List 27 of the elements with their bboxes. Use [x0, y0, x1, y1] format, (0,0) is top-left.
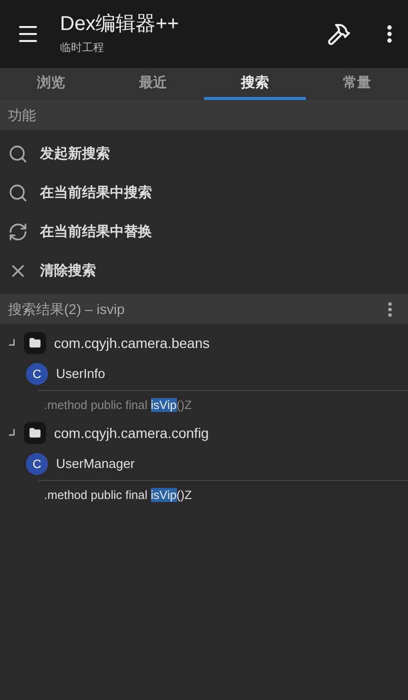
tree-item[interactable]: C UserManager: [0, 448, 408, 480]
class-badge: C: [26, 363, 48, 385]
search-icon: [8, 182, 28, 202]
folder-icon: [24, 422, 46, 444]
search-icon: [8, 144, 28, 164]
menu-item[interactable]: 在当前结果中替换: [0, 212, 408, 251]
tab[interactable]: 浏览: [0, 68, 102, 100]
tab[interactable]: 常量: [306, 68, 408, 100]
tree-item[interactable]: com.cqyjh.camera.config: [0, 418, 408, 448]
section-title: 搜索结果(2) – isvip: [8, 300, 125, 319]
tab[interactable]: 最近: [102, 68, 204, 100]
cycle-icon: [8, 222, 28, 242]
folder-icon: [24, 332, 46, 354]
section-title: 功能: [8, 106, 36, 124]
more-icon: [388, 302, 392, 316]
hammer-icon: [327, 22, 351, 46]
app-subtitle: 临时工程: [60, 40, 105, 56]
method-line[interactable]: .method public final isVip()Z: [44, 396, 192, 414]
tree-item[interactable]: C UserInfo: [0, 358, 408, 390]
menu-item[interactable]: 在当前结果中搜索: [0, 173, 408, 212]
app-title: Dex编辑器++: [60, 12, 180, 36]
tree-item[interactable]: com.cqyjh.camera.beans: [0, 328, 408, 358]
class-badge: C: [26, 453, 48, 475]
method-line[interactable]: .method public final isVip()Z: [44, 486, 192, 504]
more-icon: [387, 25, 392, 43]
menu-item[interactable]: 发起新搜索: [0, 134, 408, 173]
menu-item[interactable]: 清除搜索: [0, 251, 408, 290]
